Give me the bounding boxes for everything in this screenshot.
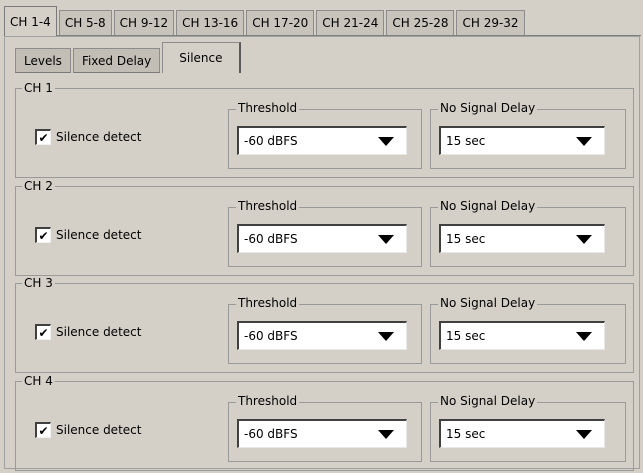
channel-title: CH 4 [22, 374, 55, 388]
silence-detect-checkbox[interactable]: ✔ [35, 422, 51, 438]
silence-detect-toggle[interactable]: ✔ Silence detect [35, 422, 141, 438]
threshold-dropdown[interactable]: -60 dBFS [237, 224, 407, 253]
tab-ch-17-20[interactable]: CH 17-20 [246, 10, 315, 35]
tab-ch-21-24[interactable]: CH 21-24 [316, 10, 385, 35]
no-signal-delay-group: No Signal Delay 15 sec [430, 199, 626, 267]
dropdown-arrow-icon[interactable] [378, 331, 394, 341]
settings-tab-bar: Levels Fixed Delay Silence [15, 42, 241, 73]
threshold-group: Threshold -60 dBFS [228, 394, 422, 462]
channel-group-ch1: CH 1 ✔ Silence detect Threshold -60 dBFS… [15, 81, 634, 178]
silence-detect-label: Silence detect [56, 228, 142, 242]
settings-panel: Levels Fixed Delay Silence CH 1 ✔ Silenc… [4, 36, 640, 471]
channel-title: CH 3 [22, 276, 55, 290]
silence-detect-label: Silence detect [56, 423, 142, 437]
no-signal-delay-group: No Signal Delay 15 sec [430, 101, 626, 169]
threshold-group: Threshold -60 dBFS [228, 296, 422, 364]
dropdown-arrow-icon[interactable] [576, 136, 592, 146]
no-signal-delay-dropdown[interactable]: 15 sec [439, 126, 605, 155]
threshold-label: Threshold [236, 394, 300, 408]
no-signal-delay-value: 15 sec [446, 329, 486, 343]
silence-detect-toggle[interactable]: ✔ Silence detect [35, 227, 141, 243]
threshold-value: -60 dBFS [244, 427, 298, 441]
no-signal-delay-value: 15 sec [446, 427, 486, 441]
threshold-value: -60 dBFS [244, 232, 298, 246]
threshold-label: Threshold [236, 199, 300, 213]
no-signal-delay-value: 15 sec [446, 134, 486, 148]
tab-ch-29-32[interactable]: CH 29-32 [456, 10, 525, 35]
dropdown-arrow-icon[interactable] [576, 331, 592, 341]
dropdown-arrow-icon[interactable] [576, 429, 592, 439]
no-signal-delay-label: No Signal Delay [438, 101, 538, 115]
threshold-dropdown[interactable]: -60 dBFS [237, 321, 407, 350]
no-signal-delay-dropdown[interactable]: 15 sec [439, 224, 605, 253]
silence-detect-label: Silence detect [56, 325, 142, 339]
no-signal-delay-group: No Signal Delay 15 sec [430, 296, 626, 364]
channel-tab-bar: CH 1-4 CH 5-8 CH 9-12 CH 13-16 CH 17-20 … [4, 4, 641, 36]
no-signal-delay-value: 15 sec [446, 232, 486, 246]
channel-title: CH 2 [22, 179, 55, 193]
silence-detect-checkbox[interactable]: ✔ [35, 227, 51, 243]
dropdown-arrow-icon[interactable] [378, 234, 394, 244]
channel-group-ch2: CH 2 ✔ Silence detect Threshold -60 dBFS… [15, 179, 634, 276]
tab-ch-25-28[interactable]: CH 25-28 [386, 10, 455, 35]
silence-detect-label: Silence detect [56, 130, 142, 144]
dropdown-arrow-icon[interactable] [378, 429, 394, 439]
silence-detect-toggle[interactable]: ✔ Silence detect [35, 324, 141, 340]
tab-silence[interactable]: Silence [162, 42, 241, 73]
silence-detect-checkbox[interactable]: ✔ [35, 324, 51, 340]
channel-title: CH 1 [22, 81, 55, 95]
channel-group-ch3: CH 3 ✔ Silence detect Threshold -60 dBFS… [15, 276, 634, 373]
threshold-dropdown[interactable]: -60 dBFS [237, 419, 407, 448]
dropdown-arrow-icon[interactable] [576, 234, 592, 244]
threshold-label: Threshold [236, 296, 300, 310]
tab-fixed-delay[interactable]: Fixed Delay [72, 48, 161, 73]
dropdown-arrow-icon[interactable] [378, 136, 394, 146]
tab-ch-5-8[interactable]: CH 5-8 [58, 10, 112, 35]
no-signal-delay-label: No Signal Delay [438, 394, 538, 408]
no-signal-delay-label: No Signal Delay [438, 296, 538, 310]
no-signal-delay-group: No Signal Delay 15 sec [430, 394, 626, 462]
threshold-value: -60 dBFS [244, 329, 298, 343]
threshold-group: Threshold -60 dBFS [228, 199, 422, 267]
no-signal-delay-dropdown[interactable]: 15 sec [439, 321, 605, 350]
tab-ch-13-16[interactable]: CH 13-16 [176, 10, 245, 35]
tab-ch-9-12[interactable]: CH 9-12 [113, 10, 175, 35]
tab-levels[interactable]: Levels [15, 48, 71, 73]
no-signal-delay-label: No Signal Delay [438, 199, 538, 213]
channel-group-ch4: CH 4 ✔ Silence detect Threshold -60 dBFS… [15, 374, 634, 471]
no-signal-delay-dropdown[interactable]: 15 sec [439, 419, 605, 448]
silence-detect-checkbox[interactable]: ✔ [35, 129, 51, 145]
threshold-group: Threshold -60 dBFS [228, 101, 422, 169]
tab-ch-1-4[interactable]: CH 1-4 [4, 6, 57, 36]
threshold-value: -60 dBFS [244, 134, 298, 148]
silence-detect-toggle[interactable]: ✔ Silence detect [35, 129, 141, 145]
threshold-dropdown[interactable]: -60 dBFS [237, 126, 407, 155]
threshold-label: Threshold [236, 101, 300, 115]
